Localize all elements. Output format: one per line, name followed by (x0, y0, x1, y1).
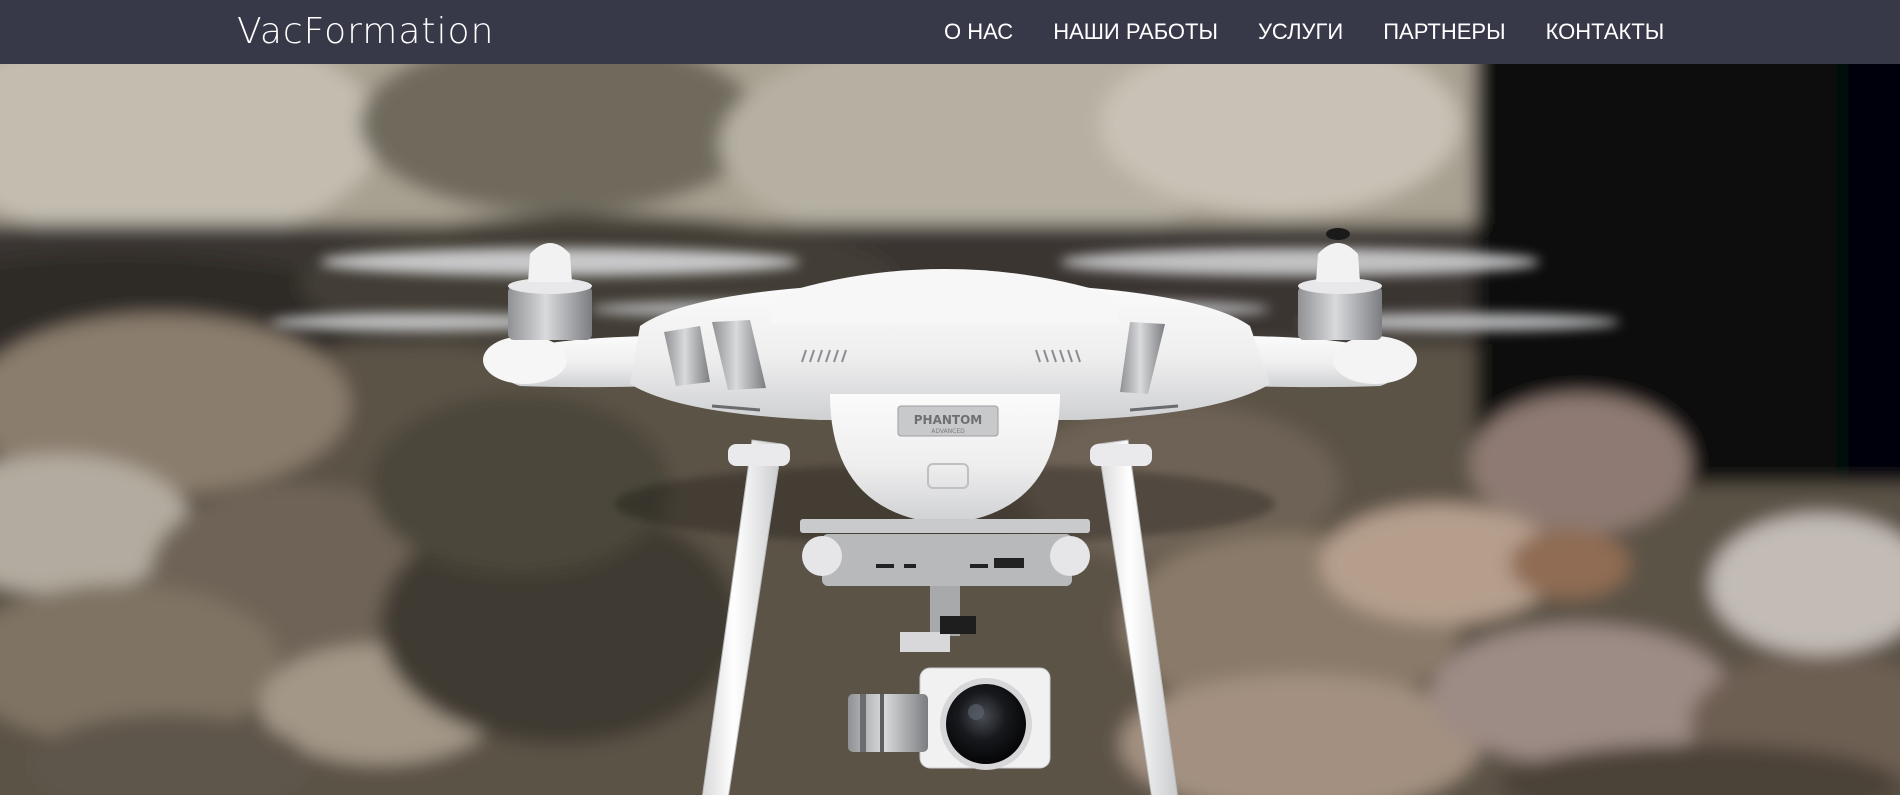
nav-item-contacts[interactable]: КОНТАКТЫ (1526, 0, 1685, 64)
nav-item-services[interactable]: УСЛУГИ (1238, 0, 1363, 64)
hero-image: PHANTOM ADVANCED (0, 64, 1900, 795)
top-navbar: VacFormation О НАС НАШИ РАБОТЫ УСЛУГИ ПА… (0, 0, 1900, 64)
drone-badge-text: PHANTOM (914, 413, 983, 427)
main-nav: О НАС НАШИ РАБОТЫ УСЛУГИ ПАРТНЕРЫ КОНТАК… (930, 0, 1684, 64)
page: VacFormation О НАС НАШИ РАБОТЫ УСЛУГИ ПА… (0, 0, 1900, 795)
site-logo[interactable]: VacFormation (237, 10, 494, 54)
nav-item-partners[interactable]: ПАРТНЕРЫ (1363, 0, 1525, 64)
nav-item-about[interactable]: О НАС (930, 0, 1033, 64)
nav-item-portfolio[interactable]: НАШИ РАБОТЫ (1033, 0, 1238, 64)
drone-badge-subtext: ADVANCED (931, 428, 965, 435)
drone-photo: PHANTOM ADVANCED (0, 64, 1900, 795)
